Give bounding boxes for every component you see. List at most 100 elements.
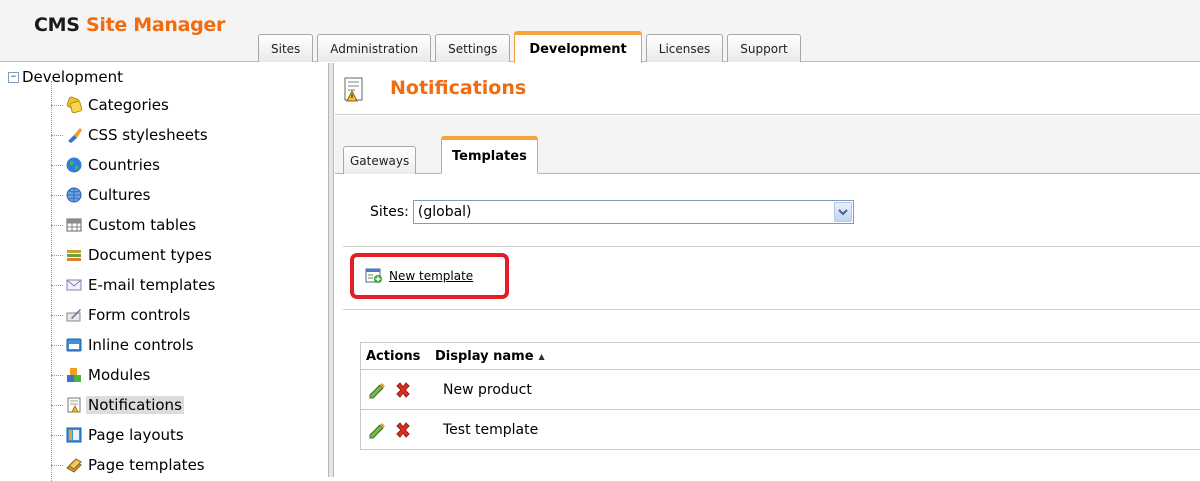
- collapse-icon[interactable]: −: [8, 71, 19, 83]
- chevron-down-icon[interactable]: [833, 202, 852, 222]
- subtabs-bar: Gateways Templates: [335, 116, 1200, 174]
- sidebar-item-inline-controls[interactable]: Inline controls: [51, 334, 196, 356]
- table-row: Test template: [361, 410, 1200, 450]
- page-layouts-icon: [65, 426, 83, 444]
- header: CMS Site Manager Sites Administration Se…: [0, 0, 1200, 63]
- sidebar-item-document-types[interactable]: Document types: [51, 244, 214, 266]
- sidebar-item-label: Page templates: [88, 456, 205, 474]
- sidebar-item-label: Form controls: [88, 306, 191, 324]
- sidebar-item-countries[interactable]: Countries: [51, 154, 162, 176]
- sidebar-item-page-layouts[interactable]: Page layouts: [51, 424, 186, 446]
- add-template-icon: [365, 268, 383, 284]
- tree-dots: [51, 464, 63, 466]
- sidebar-item-label: Cultures: [88, 186, 151, 204]
- tree-root-label: Development: [22, 68, 123, 86]
- countries-icon: [65, 156, 83, 174]
- logo-cms-text: CMS: [34, 14, 80, 36]
- tree-root-development[interactable]: − Development: [8, 67, 123, 87]
- sites-label: Sites:: [370, 204, 409, 220]
- sidebar-item-email-templates[interactable]: E-mail templates: [51, 274, 217, 296]
- page-header: Notifications: [335, 63, 1200, 115]
- email-templates-icon: [65, 276, 83, 294]
- sidebar-item-css-stylesheets[interactable]: CSS stylesheets: [51, 124, 210, 146]
- sidebar-item-label: Notifications: [86, 396, 184, 414]
- main-tabs: Sites Administration Settings Developmen…: [258, 17, 805, 63]
- tree-dots: [51, 404, 63, 406]
- tree-dots: [51, 194, 63, 196]
- sidebar-splitter[interactable]: [329, 63, 334, 477]
- sort-ascending-icon: ▲: [538, 351, 545, 361]
- notifications-page-icon: [343, 77, 365, 103]
- sidebar-item-form-controls[interactable]: Form controls: [51, 304, 192, 326]
- tree-dots: [51, 374, 63, 376]
- tree-dots: [51, 254, 63, 256]
- sidebar-item-cultures[interactable]: Cultures: [51, 184, 152, 206]
- sidebar-item-notifications[interactable]: Notifications: [51, 394, 184, 416]
- tab-licenses[interactable]: Licenses: [645, 34, 724, 62]
- form-controls-icon: [65, 306, 83, 324]
- tab-development[interactable]: Development: [514, 31, 642, 63]
- divider: [343, 309, 1200, 310]
- new-template-link[interactable]: New template: [365, 268, 473, 284]
- delete-icon[interactable]: [393, 420, 413, 440]
- modules-icon: [65, 366, 83, 384]
- sidebar-item-label: Custom tables: [88, 216, 197, 234]
- notifications-icon: [65, 396, 83, 414]
- edit-icon[interactable]: [367, 420, 387, 440]
- tab-gateways[interactable]: Gateways: [343, 146, 417, 174]
- sidebar-item-page-templates[interactable]: Page templates: [51, 454, 207, 476]
- logo-site-manager-text: Site Manager: [85, 14, 226, 36]
- main-content: Notifications Gateways Templates Sites: …: [335, 63, 1200, 477]
- new-template-label: New template: [389, 269, 474, 283]
- tree-dots: [51, 314, 63, 316]
- tab-templates[interactable]: Templates: [441, 136, 538, 174]
- template-name: Test template: [443, 421, 539, 438]
- tab-sites[interactable]: Sites: [258, 34, 314, 62]
- column-header-label: Display name: [435, 348, 534, 364]
- sidebar-item-custom-tables[interactable]: Custom tables: [51, 214, 198, 236]
- app-logo: CMS Site Manager: [34, 14, 225, 36]
- document-types-icon: [65, 246, 83, 264]
- page-title: Notifications: [390, 77, 527, 99]
- template-name: New product: [443, 381, 532, 398]
- sites-selected-value: (global): [417, 204, 472, 220]
- tab-support[interactable]: Support: [727, 34, 801, 62]
- custom-tables-icon: [65, 216, 83, 234]
- sidebar-item-label: Page layouts: [88, 426, 184, 444]
- tree-dots: [51, 224, 63, 226]
- row-actions: [361, 380, 443, 400]
- sidebar-item-label: Modules: [88, 366, 151, 384]
- page-templates-icon: [65, 456, 83, 474]
- sidebar-item-label: Document types: [88, 246, 212, 264]
- sidebar-tree: − Development Categories CSS stylesheets…: [0, 63, 329, 481]
- sites-dropdown[interactable]: (global): [412, 200, 854, 224]
- sidebar-item-label: CSS stylesheets: [88, 126, 208, 144]
- sidebar-item-label: Countries: [88, 156, 160, 174]
- templates-grid: Actions Display name ▲ New product Test …: [360, 342, 1200, 450]
- sidebar-item-categories[interactable]: Categories: [51, 94, 171, 116]
- tab-settings[interactable]: Settings: [435, 34, 511, 62]
- table-row: New product: [361, 370, 1200, 410]
- tree-dots: [51, 344, 63, 346]
- sites-filter: Sites: (global): [370, 200, 854, 224]
- column-header-actions: Actions: [366, 348, 421, 364]
- tab-administration[interactable]: Administration: [317, 34, 432, 62]
- cultures-icon: [65, 186, 83, 204]
- column-header-display-name[interactable]: Display name ▲: [435, 349, 545, 364]
- tree-dots: [51, 164, 63, 166]
- tree-dots: [51, 134, 63, 136]
- sidebar-item-label: Inline controls: [88, 336, 194, 354]
- sidebar-item-label: E-mail templates: [88, 276, 216, 294]
- tree-dots: [51, 284, 63, 286]
- row-actions: [361, 420, 443, 440]
- tree-dots: [51, 104, 63, 106]
- grid-header: Actions Display name ▲: [361, 343, 1200, 370]
- categories-icon: [65, 96, 83, 114]
- sidebar-item-modules[interactable]: Modules: [51, 364, 152, 386]
- sidebar-item-label: Categories: [88, 96, 169, 114]
- delete-icon[interactable]: [393, 380, 413, 400]
- css-stylesheets-icon: [65, 126, 83, 144]
- divider: [343, 246, 1200, 247]
- inline-controls-icon: [65, 336, 83, 354]
- edit-icon[interactable]: [367, 380, 387, 400]
